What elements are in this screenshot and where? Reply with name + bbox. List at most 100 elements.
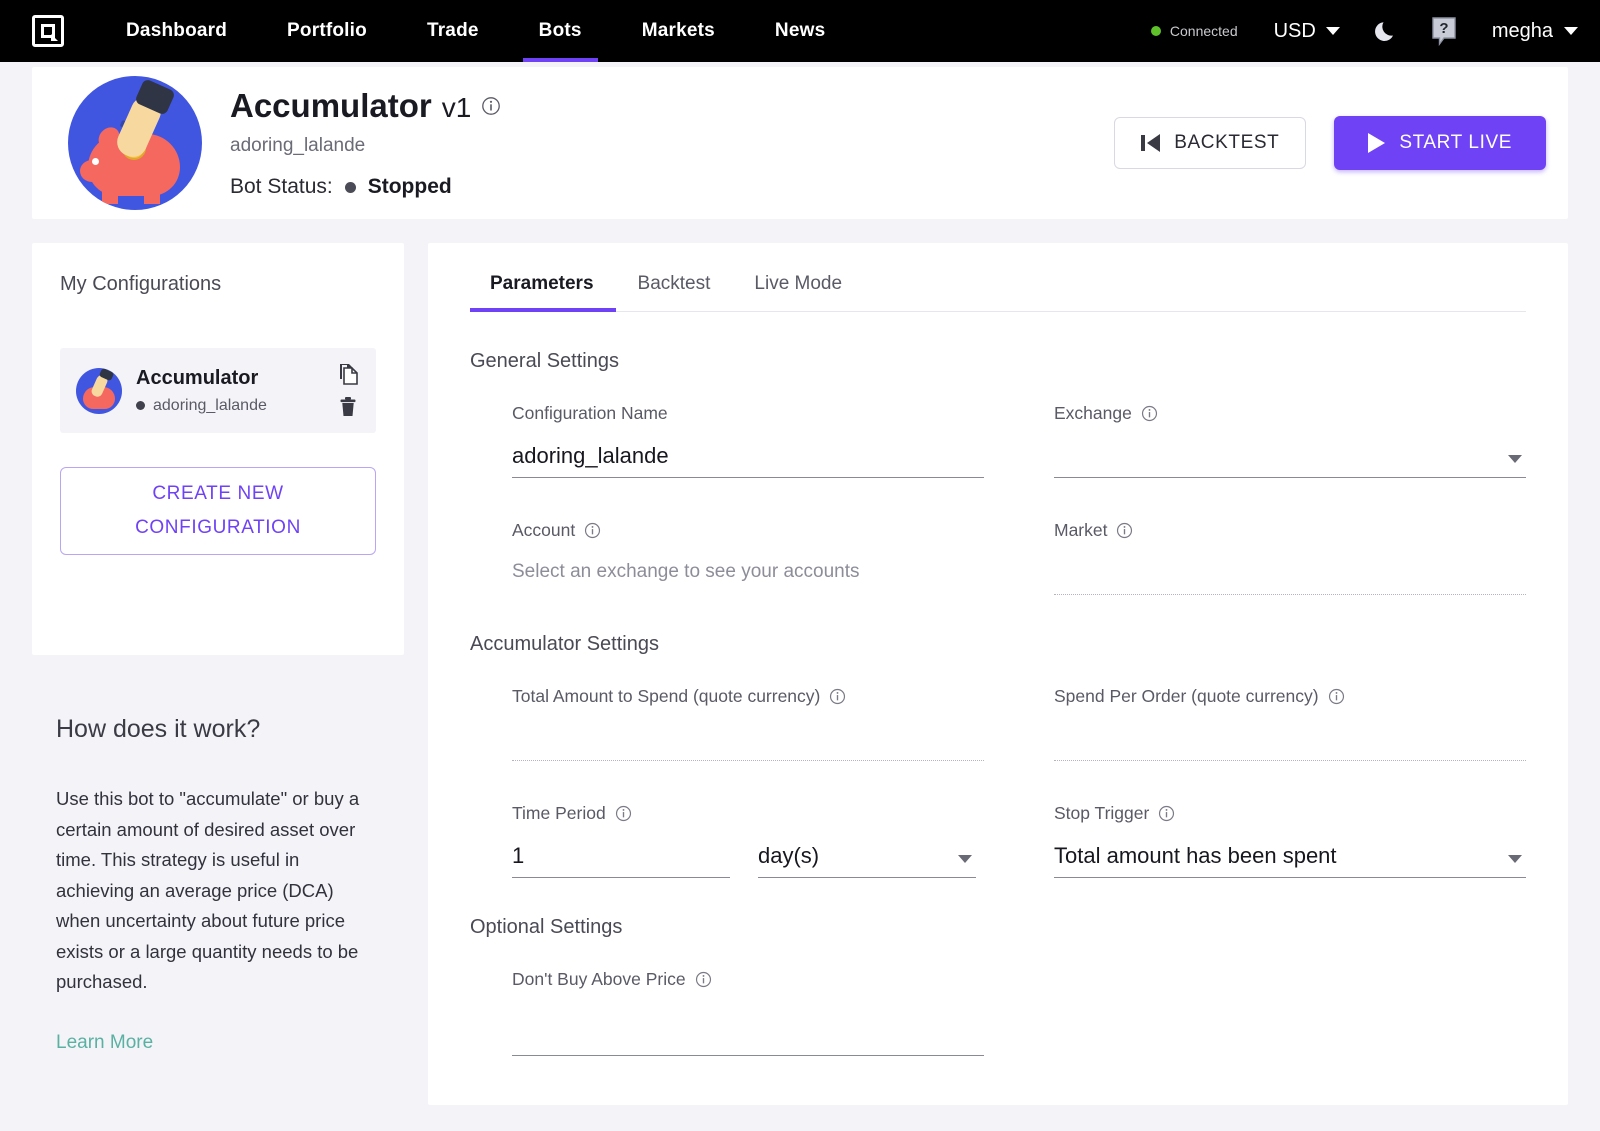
market-label: Market xyxy=(1054,520,1526,541)
navbar-right-group: Connected USD ? megha xyxy=(1150,0,1600,62)
backtest-button[interactable]: BACKTEST xyxy=(1114,117,1307,169)
connection-status: Connected xyxy=(1150,23,1238,39)
main-content: Parameters Backtest Live Mode General Se… xyxy=(428,243,1568,1105)
nav-links: Dashboard Portfolio Trade Bots Markets N… xyxy=(96,0,855,62)
nav-item-news[interactable]: News xyxy=(745,0,855,62)
general-settings-section: General Settings Configuration Name Exch… xyxy=(470,350,1526,595)
bot-info: Accumulator v1 adoring_lalande Bot Statu… xyxy=(230,87,501,199)
spend-per-order-input xyxy=(1054,726,1526,760)
field-total-amount-to-spend: Total Amount to Spend (quote currency) xyxy=(512,686,984,761)
question-help-icon: ? xyxy=(1432,17,1456,46)
username-label: megha xyxy=(1491,19,1553,42)
tab-live-mode[interactable]: Live Mode xyxy=(732,273,864,311)
field-stop-trigger: Stop Trigger Total amount has been spent xyxy=(1054,803,1526,878)
parameters-panel: Parameters Backtest Live Mode General Se… xyxy=(428,243,1568,1105)
field-dont-buy-above-price: Don't Buy Above Price xyxy=(512,969,984,1056)
app-logo-icon xyxy=(32,15,64,47)
label-text: Stop Trigger xyxy=(1054,803,1150,823)
bot-action-buttons: BACKTEST START LIVE xyxy=(1114,116,1546,170)
moon-icon xyxy=(1374,22,1393,41)
top-navbar: Dashboard Portfolio Trade Bots Markets N… xyxy=(0,0,1600,62)
learn-more-link[interactable]: Learn More xyxy=(56,1032,153,1054)
total-amount-control xyxy=(512,713,984,761)
nav-item-portfolio[interactable]: Portfolio xyxy=(257,0,397,62)
info-icon[interactable] xyxy=(829,688,846,705)
exchange-control[interactable] xyxy=(1054,430,1526,478)
nav-item-trade[interactable]: Trade xyxy=(397,0,509,62)
label-text: Configuration Name xyxy=(512,403,668,423)
info-icon[interactable] xyxy=(695,971,712,988)
how-does-it-work-body: Use this bot to "accumulate" or buy a ce… xyxy=(56,788,360,993)
info-icon[interactable] xyxy=(1328,688,1345,705)
stop-trigger-select-value: Total amount has been spent xyxy=(1054,843,1337,868)
app-logo[interactable] xyxy=(0,0,96,62)
chevron-down-icon xyxy=(1325,27,1340,35)
configuration-slug: adoring_lalande xyxy=(153,396,267,414)
time-period-unit-value: day(s) xyxy=(758,843,820,868)
info-icon[interactable] xyxy=(1116,522,1133,539)
status-badge-dot xyxy=(344,181,356,193)
skip-back-icon xyxy=(1141,134,1161,152)
left-sidebar: My Configurations Accumulator adoring_la… xyxy=(32,243,404,1105)
nav-item-bots[interactable]: Bots xyxy=(509,0,612,62)
time-period-controls: day(s) xyxy=(512,830,984,878)
time-period-unit-control[interactable]: day(s) xyxy=(758,830,976,878)
market-input xyxy=(1054,560,1526,594)
nav-label: Markets xyxy=(641,20,715,41)
spend-per-order-label: Spend Per Order (quote currency) xyxy=(1054,686,1526,707)
info-icon[interactable] xyxy=(615,805,632,822)
connection-status-dot xyxy=(1150,26,1161,36)
theme-toggle-button[interactable] xyxy=(1374,18,1400,44)
configuration-list-item[interactable]: Accumulator adoring_lalande xyxy=(60,348,376,433)
bot-version-text: v1 xyxy=(441,92,472,123)
dont-buy-above-price-control xyxy=(512,1008,984,1056)
piggy-bank-avatar xyxy=(76,367,122,414)
chevron-down-icon xyxy=(958,855,972,863)
tab-parameters[interactable]: Parameters xyxy=(470,273,616,312)
bot-status-label: Bot Status: xyxy=(230,175,333,198)
configuration-name: Accumulator xyxy=(136,366,259,389)
time-period-label: Time Period xyxy=(512,803,984,824)
bot-status-row: Bot Status: Stopped xyxy=(230,175,501,199)
nav-item-dashboard[interactable]: Dashboard xyxy=(96,0,257,62)
nav-label: Trade xyxy=(426,20,479,41)
copy-icon[interactable] xyxy=(336,362,360,386)
start-live-button-label: START LIVE xyxy=(1399,132,1512,153)
account-empty-note: Select an exchange to see your accounts xyxy=(512,561,860,582)
nav-item-markets[interactable]: Markets xyxy=(612,0,745,62)
accumulator-settings-title: Accumulator Settings xyxy=(470,633,659,655)
exchange-select-value xyxy=(1054,469,1526,477)
my-configurations-panel: My Configurations Accumulator adoring_la… xyxy=(32,243,404,655)
label-text: Account xyxy=(512,520,576,540)
info-icon[interactable] xyxy=(1141,405,1158,422)
my-configurations-title: My Configurations xyxy=(60,273,222,295)
label-text: Don't Buy Above Price xyxy=(512,969,686,989)
play-icon xyxy=(1368,133,1386,153)
user-menu[interactable]: megha xyxy=(1492,20,1578,43)
account-label: Account xyxy=(512,520,984,541)
dont-buy-above-price-input[interactable] xyxy=(512,1021,984,1055)
field-account: Account Select an exchange to see your a… xyxy=(512,520,984,595)
currency-label: USD xyxy=(1273,19,1316,42)
accumulator-settings-grid: Total Amount to Spend (quote currency) S… xyxy=(470,686,1526,878)
optional-settings-section: Optional Settings Don't Buy Above Price xyxy=(470,916,1526,1056)
start-live-button[interactable]: START LIVE xyxy=(1334,116,1546,170)
chevron-down-icon xyxy=(1508,455,1522,463)
time-period-input[interactable] xyxy=(512,843,730,877)
configuration-name-label: Configuration Name xyxy=(512,403,984,424)
info-icon[interactable] xyxy=(584,522,601,539)
info-icon[interactable] xyxy=(1158,805,1175,822)
tab-label: Live Mode xyxy=(754,273,843,294)
total-amount-label: Total Amount to Spend (quote currency) xyxy=(512,686,984,707)
configuration-name-input[interactable] xyxy=(512,443,984,477)
tab-backtest[interactable]: Backtest xyxy=(616,273,733,311)
info-icon[interactable] xyxy=(481,96,501,116)
label-text: Time Period xyxy=(512,803,606,823)
currency-selector[interactable]: USD xyxy=(1274,20,1340,43)
stop-trigger-control[interactable]: Total amount has been spent xyxy=(1054,830,1526,878)
trash-icon[interactable] xyxy=(336,395,360,419)
help-button[interactable]: ? xyxy=(1430,16,1458,46)
tab-label: Parameters xyxy=(490,273,594,294)
market-control xyxy=(1054,547,1526,595)
create-new-configuration-button[interactable]: CREATE NEW CONFIGURATION xyxy=(60,467,376,555)
